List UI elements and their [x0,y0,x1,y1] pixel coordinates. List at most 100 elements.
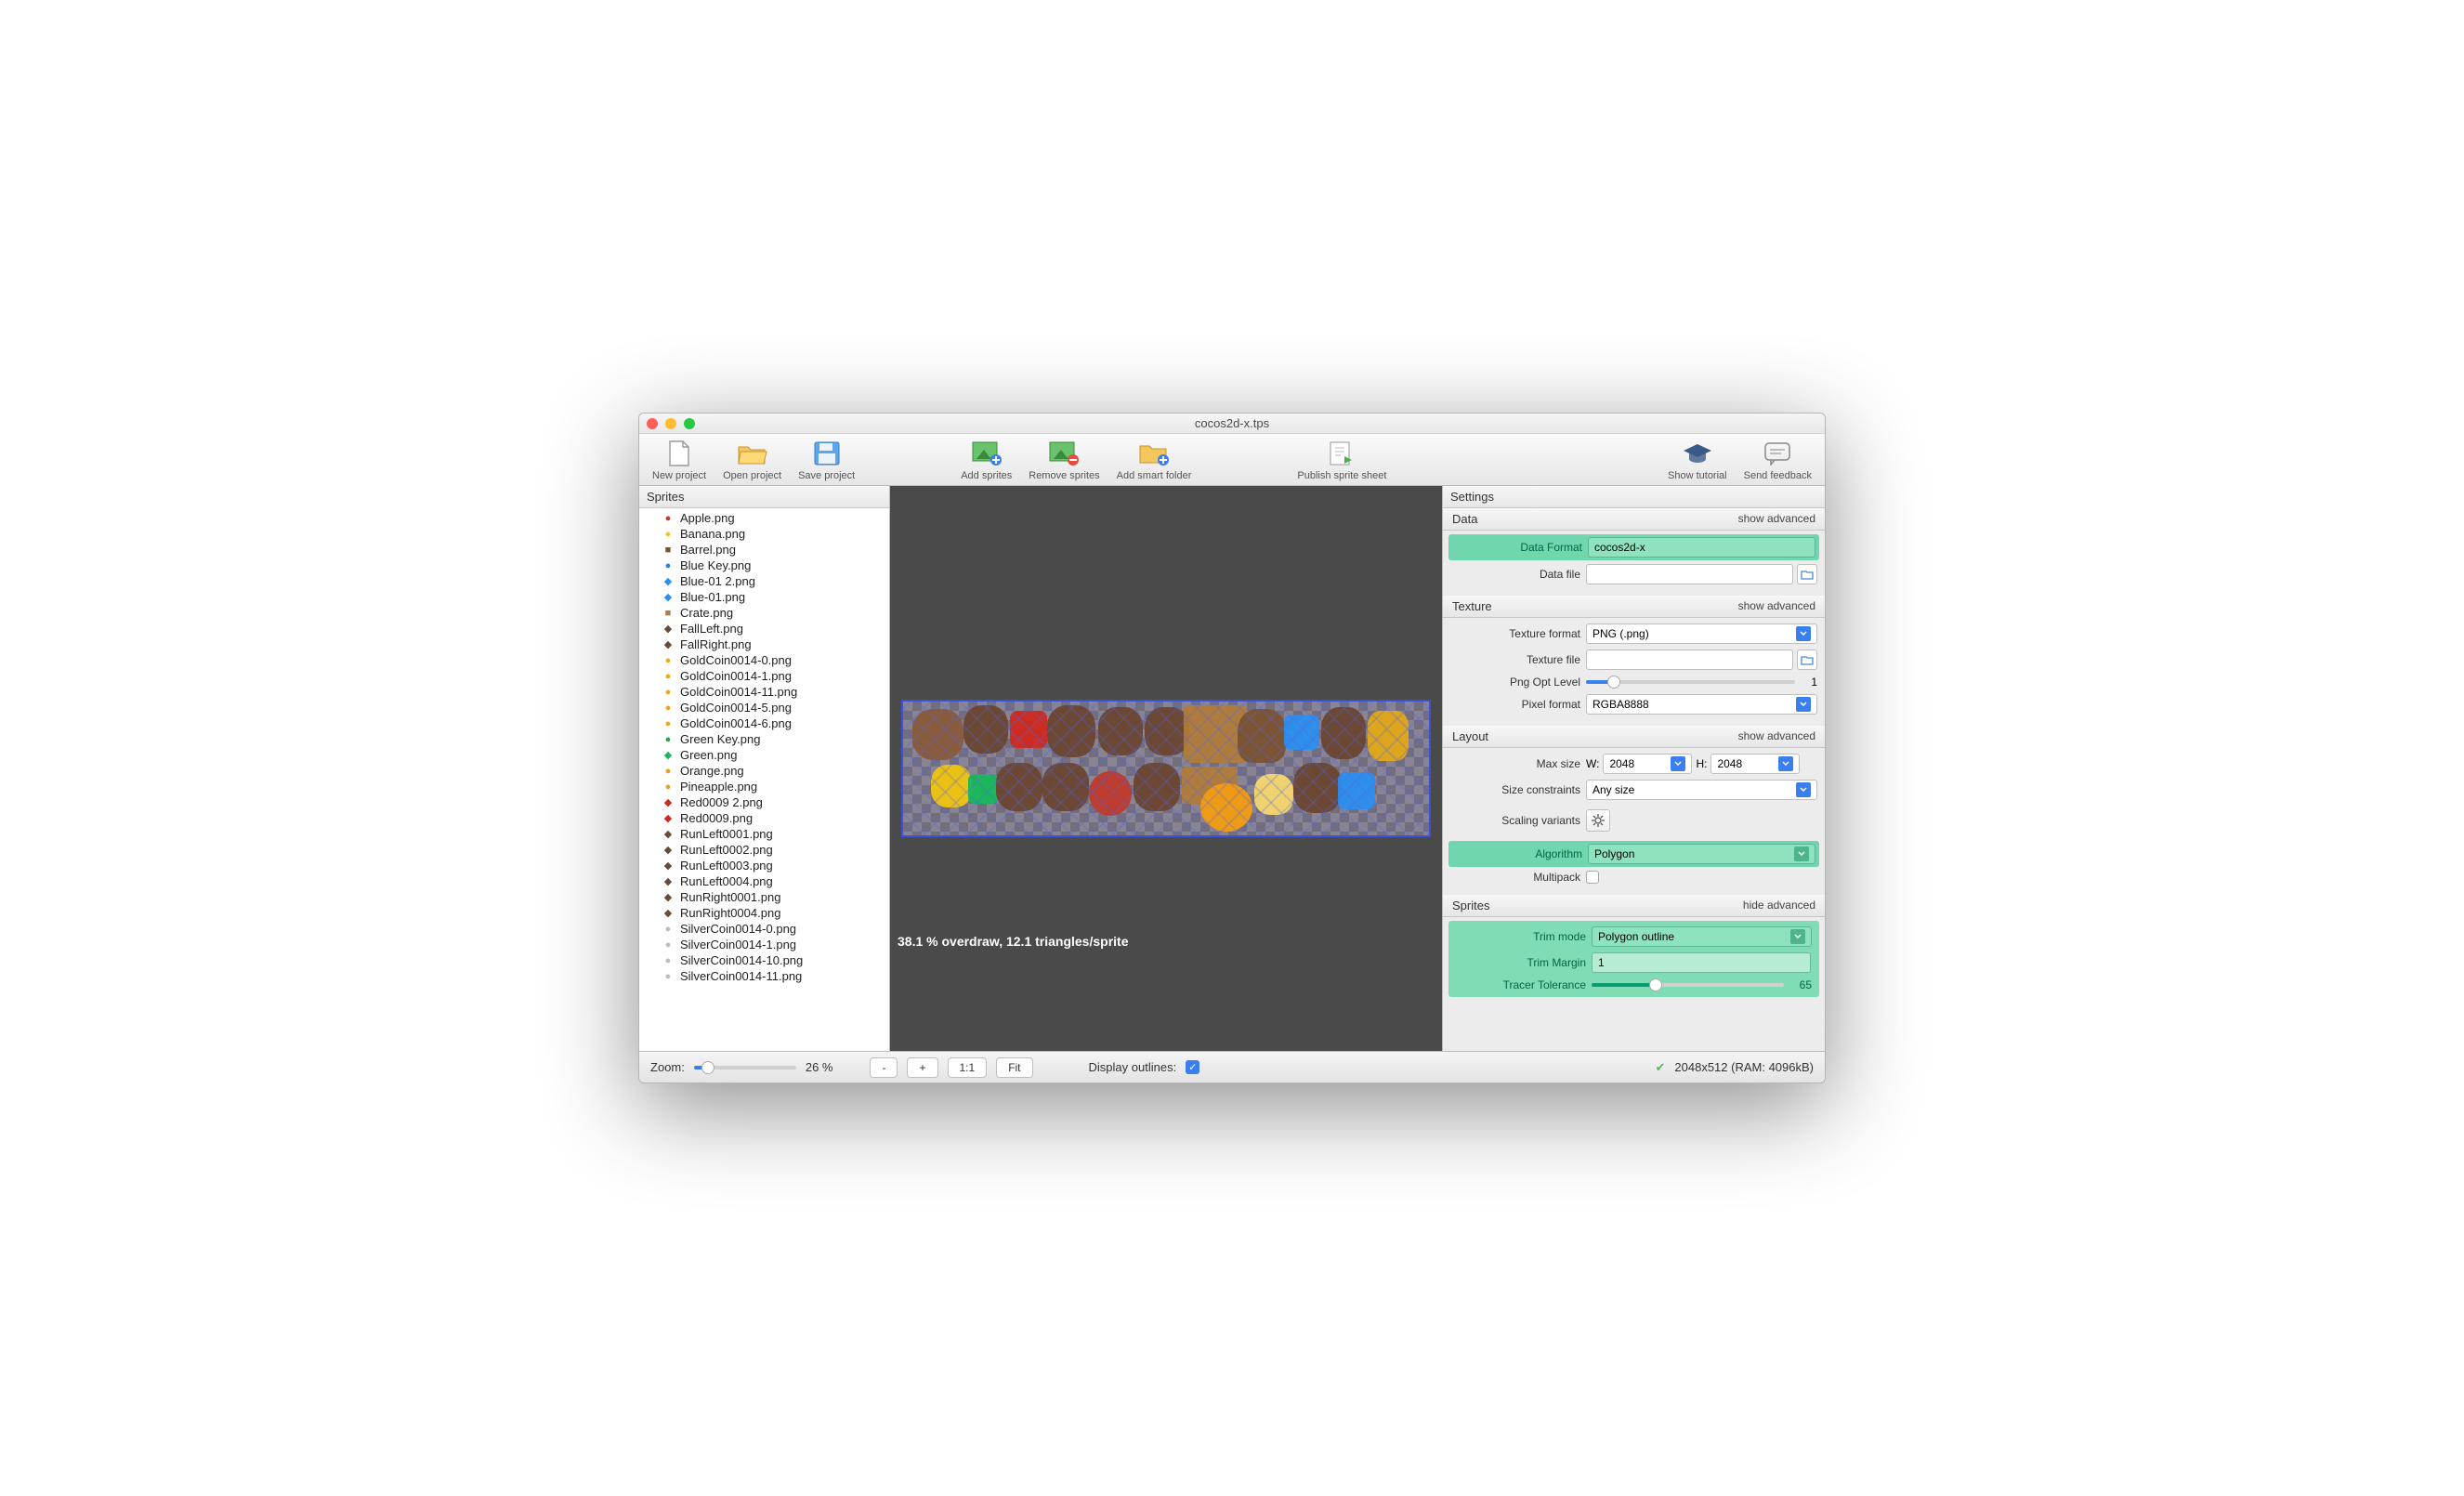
list-item[interactable]: ◆RunLeft0003.png [639,858,889,873]
toolbar-label: Show tutorial [1668,470,1727,481]
remove-sprites-button[interactable]: Remove sprites [1023,440,1105,481]
sprite-label: GoldCoin0014-1.png [680,669,792,683]
sprite-icon: ● [662,670,675,683]
sprite-icon: ● [662,512,675,525]
browse-file-button[interactable] [1797,564,1817,584]
send-feedback-button[interactable]: Send feedback [1738,440,1817,481]
scaling-variants-button[interactable] [1586,809,1610,832]
list-item[interactable]: ◆RunRight0001.png [639,889,889,905]
list-item[interactable]: ●GoldCoin0014-6.png [639,715,889,731]
size-constraints-label: Size constraints [1450,783,1580,796]
show-advanced-link[interactable]: show advanced [1738,512,1815,526]
chevron-down-icon [1796,782,1811,797]
hide-advanced-link[interactable]: hide advanced [1743,899,1815,912]
list-item[interactable]: ◆Green.png [639,747,889,763]
list-item[interactable]: ■Crate.png [639,605,889,621]
sprite-label: SilverCoin0014-10.png [680,953,803,967]
sprite-icon: ◆ [662,860,675,873]
sprites-section-header: Sprites hide advanced [1443,895,1825,917]
sprite-label: RunRight0001.png [680,890,780,904]
show-advanced-link[interactable]: show advanced [1738,729,1815,743]
trim-margin-label: Trim Margin [1456,956,1586,969]
list-item[interactable]: ◆Blue-01 2.png [639,573,889,589]
zoom-in-button[interactable]: + [907,1057,937,1078]
trim-mode-select[interactable]: Polygon outline [1592,926,1812,947]
list-item[interactable]: ◆RunRight0004.png [639,905,889,921]
list-item[interactable]: ◆RunLeft0002.png [639,842,889,858]
save-icon [810,440,844,467]
list-item[interactable]: ◆RunLeft0001.png [639,826,889,842]
sprite-label: GoldCoin0014-5.png [680,701,792,715]
list-item[interactable]: ●SilverCoin0014-0.png [639,921,889,937]
pixel-format-label: Pixel format [1450,698,1580,711]
list-item[interactable]: ●GoldCoin0014-0.png [639,652,889,668]
list-item[interactable]: ◆Red0009.png [639,810,889,826]
max-height-select[interactable]: 2048 [1710,754,1800,774]
list-item[interactable]: ●SilverCoin0014-10.png [639,952,889,968]
list-item[interactable]: ●SilverCoin0014-11.png [639,968,889,984]
save-project-button[interactable]: Save project [793,440,860,481]
display-outlines-checkbox[interactable]: ✓ [1186,1060,1199,1074]
list-item[interactable]: ◆FallLeft.png [639,621,889,636]
list-item[interactable]: ●Blue Key.png [639,558,889,573]
zoom-actual-button[interactable]: 1:1 [948,1057,988,1078]
overdraw-stats: 38.1 % overdraw, 12.1 triangles/sprite [898,934,1129,949]
show-advanced-link[interactable]: show advanced [1738,599,1815,613]
zoom-slider[interactable] [694,1066,796,1070]
sprite-label: FallLeft.png [680,622,743,636]
tracer-tolerance-value: 65 [1788,978,1812,991]
display-outlines-label: Display outlines: [1089,1060,1177,1074]
sprite-list[interactable]: ● Apple.png●Banana.png■Barrel.png●Blue Ke… [639,508,889,1051]
list-item[interactable]: ◆Blue-01.png [639,589,889,605]
toolbar-label: New project [652,470,706,481]
sprite-label: GoldCoin0014-11.png [680,685,797,699]
list-item[interactable]: ●Orange.png [639,763,889,779]
size-constraints-select[interactable]: Any size [1586,780,1817,800]
list-item[interactable]: ●SilverCoin0014-1.png [639,937,889,952]
sprite-label: Red0009 2.png [680,795,763,809]
max-width-select[interactable]: 2048 [1603,754,1692,774]
publish-button[interactable]: Publish sprite sheet [1291,440,1392,481]
folder-plus-icon [1137,440,1171,467]
list-item[interactable]: ●Green Key.png [639,731,889,747]
list-item[interactable]: ●GoldCoin0014-11.png [639,684,889,700]
multipack-checkbox[interactable] [1586,871,1599,884]
check-icon: ✔ [1656,1060,1666,1075]
list-item[interactable]: ■Barrel.png [639,542,889,558]
browse-file-button[interactable] [1797,650,1817,670]
zoom-fit-button[interactable]: Fit [996,1057,1032,1078]
png-opt-label: Png Opt Level [1450,676,1580,689]
data-format-select[interactable]: cocos2d-x [1588,537,1815,558]
data-file-input[interactable] [1586,564,1793,584]
open-project-button[interactable]: Open project [717,440,787,481]
texture-file-input[interactable] [1586,650,1793,670]
chevron-down-icon [1790,929,1805,944]
new-project-button[interactable]: New project [647,440,712,481]
sprite-icon: ● [662,938,675,951]
list-item[interactable]: ●Banana.png [639,526,889,542]
add-smart-folder-button[interactable]: Add smart folder [1111,440,1198,481]
png-opt-slider[interactable] [1586,680,1795,684]
list-item[interactable]: ●GoldCoin0014-5.png [639,700,889,715]
add-sprites-button[interactable]: Add sprites [955,440,1017,481]
list-item[interactable]: ● GoldCoin0014-1.png [639,668,889,684]
list-item[interactable]: ●Pineapple.png [639,779,889,794]
data-format-label: Data Format [1452,541,1582,554]
pixel-format-select[interactable]: RGBA8888 [1586,694,1817,715]
texture-format-select[interactable]: PNG (.png) [1586,623,1817,644]
sprite-label: Crate.png [680,606,733,620]
list-item[interactable]: ◆Red0009 2.png [639,794,889,810]
show-tutorial-button[interactable]: Show tutorial [1662,440,1733,481]
trim-margin-input[interactable]: 1 [1592,952,1811,973]
sprite-label: Apple.png [680,511,735,525]
sprite-icon: ● [662,717,675,730]
layout-section-header: Layout show advanced [1443,726,1825,748]
list-item[interactable]: ◆RunLeft0004.png [639,873,889,889]
canvas-viewport[interactable]: 38.1 % overdraw, 12.1 triangles/sprite [890,486,1442,1051]
algorithm-select[interactable]: Polygon [1588,844,1815,864]
section-title: Texture [1452,599,1492,613]
list-item[interactable]: ● Apple.png [639,510,889,526]
tracer-tolerance-slider[interactable] [1592,983,1784,987]
zoom-out-button[interactable]: - [870,1057,898,1078]
list-item[interactable]: ◆FallRight.png [639,636,889,652]
